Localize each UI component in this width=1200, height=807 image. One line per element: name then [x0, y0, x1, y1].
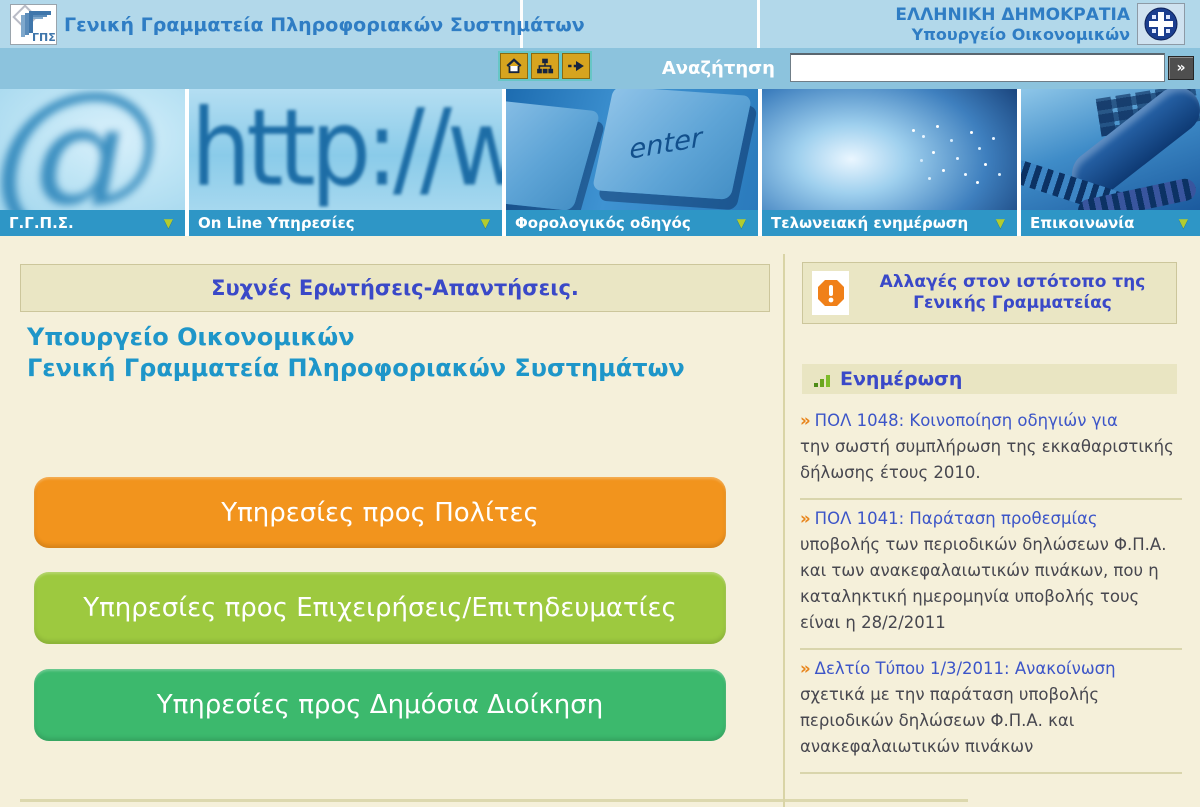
page-title-line2: Γενική Γραμματεία Πληροφοριακών Συστημάτ… [27, 353, 685, 384]
news-text: σχετικά με την παράταση υποβολής περιοδι… [800, 682, 1182, 760]
home-button[interactable] [500, 53, 528, 79]
nav-item-label: Γ.Γ.Π.Σ. [9, 214, 74, 232]
news-bullet-icon: » [800, 659, 811, 678]
services-businesses-button[interactable]: Υπηρεσίες προς Επιχειρήσεις/Επιτηδευματί… [34, 572, 726, 644]
nav-item-tax-guide[interactable]: Φορολογικός οδηγός ▼ [506, 210, 758, 236]
footer-divider [20, 799, 968, 802]
nav-item-contact[interactable]: Επικοινωνία ▼ [1021, 210, 1200, 236]
hellenic-republic-block: ΕΛΛΗΝΙΚΗ ΔΗΜΟΚΡΑΤΙΑ Υπουργείο Οικονομικώ… [730, 5, 1130, 44]
chevron-down-icon: ▼ [1179, 210, 1188, 236]
nav-item-label: On Line Υπηρεσίες [198, 214, 355, 232]
header-toolbar-row: Αναζήτηση » [0, 48, 1200, 89]
enter-key-graphic: enter [592, 89, 752, 200]
keyboard-key-graphic [506, 99, 601, 210]
site-changes-panel: Αλλαγές στον ιστότοπο της Γενικής Γραμμα… [802, 262, 1177, 324]
gsis-logo: ΓΠΣ [10, 4, 57, 45]
services-businesses-label: Υπηρεσίες προς Επιχειρήσεις/Επιτηδευματί… [83, 593, 677, 623]
ministry-emblem-icon [1143, 6, 1179, 42]
site-changes-link-line1: Αλλαγές στον ιστότοπο της [849, 272, 1176, 293]
page-title: Υπουργείο Οικονομικών Γενική Γραμματεία … [27, 322, 685, 384]
alert-icon-box [812, 271, 849, 315]
nav-item-online-services[interactable]: On Line Υπηρεσίες ▼ [189, 210, 502, 236]
gsis-logo-icon: ΓΠΣ [11, 5, 56, 44]
home-icon [505, 57, 523, 75]
site-changes-link[interactable]: Αλλαγές στον ιστότοπο της Γενικής Γραμμα… [849, 272, 1176, 314]
republic-line2: Υπουργείο Οικονομικών [730, 25, 1130, 44]
news-bullet-icon: » [800, 509, 811, 528]
banner-telephone-photo [1021, 89, 1200, 210]
services-public-admin-label: Υπηρεσίες προς Δημόσια Διοίκηση [157, 690, 603, 720]
site-changes-link-line2: Γενικής Γραμματείας [849, 293, 1176, 314]
news-bullet-icon: » [800, 411, 811, 430]
banner-fiber-optics-photo [762, 89, 1017, 210]
column-divider [783, 254, 785, 807]
faq-banner: Συχνές Ερωτήσεις-Απαντήσεις. [20, 264, 770, 312]
news-list: »ΠΟΛ 1048: Κοινοποίηση οδηγιών για την σ… [800, 402, 1182, 774]
news-link[interactable]: ΠΟΛ 1041: Παράταση προθεσμίας [815, 509, 1098, 528]
nav-item-ggps[interactable]: Γ.Γ.Π.Σ. ▼ [0, 210, 185, 236]
chevron-down-icon: ▼ [164, 210, 173, 236]
chevron-down-icon: ▼ [481, 210, 490, 236]
search-input[interactable] [790, 53, 1165, 82]
nav-item-label: Τελωνειακή ενημέρωση [771, 214, 968, 232]
main-navigation: Γ.Γ.Π.Σ. ▼ On Line Υπηρεσίες ▼ Φορολογικ… [0, 210, 1200, 236]
nav-item-label: Επικοινωνία [1030, 214, 1134, 232]
news-chart-icon [812, 369, 832, 389]
page: ΓΠΣ Γενική Γραμματεία Πληροφοριακών Συστ… [0, 0, 1200, 807]
page-title-line1: Υπουργείο Οικονομικών [27, 322, 685, 353]
ministry-emblem [1137, 3, 1185, 45]
sitemap-icon [536, 57, 554, 75]
sitemap-button[interactable] [531, 53, 559, 79]
news-link[interactable]: Δελτίο Τύπου 1/3/2011: Ανακοίνωση [815, 659, 1116, 678]
header-top-bar: ΓΠΣ Γενική Γραμματεία Πληροφοριακών Συστ… [0, 0, 1200, 48]
news-text: υποβολής των περιοδικών δηλώσεων Φ.Π.Α. … [800, 532, 1182, 636]
search-submit-button[interactable]: » [1168, 56, 1194, 80]
search-label: Αναζήτηση [580, 48, 775, 89]
svg-text:ΓΠΣ: ΓΠΣ [32, 31, 56, 44]
news-item: »ΠΟΛ 1048: Κοινοποίηση οδηγιών για την σ… [800, 402, 1182, 500]
chevron-down-icon: ▼ [737, 210, 746, 236]
services-citizens-label: Υπηρεσίες προς Πολίτες [221, 498, 539, 528]
republic-line1: ΕΛΛΗΝΙΚΗ ΔΗΜΟΚΡΑΤΙΑ [730, 5, 1130, 25]
fiber-optic-dots [912, 129, 915, 132]
chevron-down-icon: ▼ [996, 210, 1005, 236]
news-section-title: Ενημέρωση [840, 368, 962, 390]
nav-item-label: Φορολογικός οδηγός [515, 214, 691, 232]
banner-http-www-photo: http://www [189, 89, 502, 210]
nav-item-customs-info[interactable]: Τελωνειακή ενημέρωση ▼ [762, 210, 1017, 236]
services-public-admin-button[interactable]: Υπηρεσίες προς Δημόσια Διοίκηση [34, 669, 726, 741]
enter-key-label: enter [629, 123, 703, 166]
news-text: την σωστή συμπλήρωση της εκκαθαριστικής … [800, 434, 1182, 486]
news-item: »Δελτίο Τύπου 1/3/2011: Ανακοίνωση σχετι… [800, 650, 1182, 774]
banner-at-symbol-photo: @ [0, 89, 185, 210]
alert-icon [816, 278, 846, 308]
banner-enter-key-photo: enter [506, 89, 758, 210]
banner-strip: @ http://www enter [0, 89, 1200, 210]
at-symbol-graphic: @ [0, 89, 162, 210]
news-item: »ΠΟΛ 1041: Παράταση προθεσμίας υποβολής … [800, 500, 1182, 650]
http-www-graphic: http://www [191, 89, 502, 210]
faq-link[interactable]: Συχνές Ερωτήσεις-Απαντήσεις. [211, 276, 579, 300]
toolbar-icon-group [498, 51, 592, 81]
services-citizens-button[interactable]: Υπηρεσίες προς Πολίτες [34, 477, 726, 548]
site-name: Γενική Γραμματεία Πληροφοριακών Συστημάτ… [64, 0, 585, 48]
news-link[interactable]: ΠΟΛ 1048: Κοινοποίηση οδηγιών για [815, 411, 1118, 430]
news-section-header: Ενημέρωση [802, 364, 1177, 394]
